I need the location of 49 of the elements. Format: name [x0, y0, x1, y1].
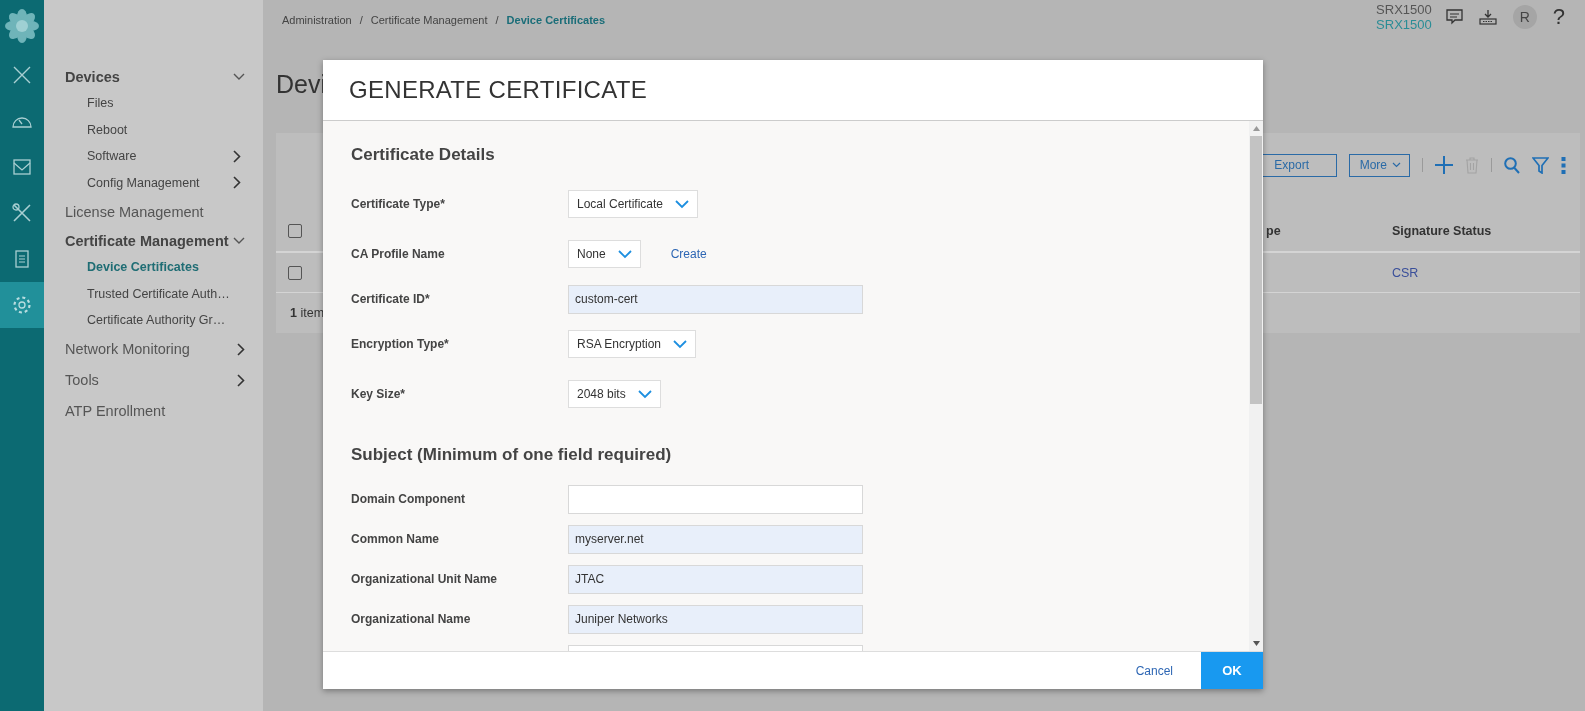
- user-avatar[interactable]: R: [1512, 5, 1537, 29]
- field-label: CA Profile Name: [351, 247, 445, 261]
- column-header[interactable]: pe: [1266, 224, 1392, 238]
- field-label: Organizational Unit Name: [351, 572, 498, 586]
- field-label: Domain Component: [351, 492, 465, 506]
- sidebar-item[interactable]: Certificate Management: [44, 227, 263, 254]
- field-label: Organizational Name: [351, 612, 471, 626]
- sidebar-subitem[interactable]: Device Certificates: [44, 254, 263, 281]
- input-field[interactable]: myserver.net: [568, 524, 863, 554]
- cancel-button[interactable]: Cancel: [1107, 652, 1201, 689]
- column-header[interactable]: Signature Status: [1392, 224, 1580, 238]
- sidebar-subitem[interactable]: Config Management: [44, 169, 263, 196]
- sidebar-subitem[interactable]: Certificate Authority Gr…: [44, 307, 263, 334]
- input-field[interactable]: custom-cert: [568, 284, 863, 314]
- sidebar-item[interactable]: Network Monitoring: [44, 333, 263, 365]
- dropdown[interactable]: Local Certificate: [568, 190, 699, 218]
- sidebar-subitem[interactable]: Software: [44, 143, 263, 170]
- section-heading: Certificate Details: [351, 145, 496, 165]
- item-count: 1 item: [290, 306, 325, 320]
- create-link[interactable]: Create: [670, 247, 707, 261]
- dropdown[interactable]: None: [568, 240, 641, 268]
- breadcrumb-link[interactable]: Device Certificates: [506, 14, 606, 26]
- field-label: Certificate ID*: [351, 292, 430, 306]
- help-button[interactable]: ?: [1552, 4, 1565, 30]
- field-label: Encryption Type*: [351, 337, 449, 351]
- ok-button[interactable]: OK: [1201, 652, 1263, 689]
- sidebar-item[interactable]: ATP Enrollment: [44, 395, 263, 427]
- dropdown[interactable]: 2048 bits: [568, 380, 661, 408]
- sidebar-subitem[interactable]: Files: [44, 90, 263, 117]
- breadcrumb-separator: /: [359, 14, 363, 26]
- section-heading: Subject (Minimum of one field required): [351, 445, 673, 465]
- sidebar-item[interactable]: Devices: [44, 63, 263, 90]
- table-cell[interactable]: CSR: [1392, 265, 1580, 280]
- breadcrumb-link[interactable]: Administration: [282, 14, 352, 26]
- dropdown[interactable]: RSA Encryption: [568, 330, 697, 358]
- breadcrumb-link[interactable]: Certificate Management: [370, 14, 488, 26]
- sidebar-subitem[interactable]: Trusted Certificate Auth…: [44, 280, 263, 307]
- sidebar-item[interactable]: Tools: [44, 364, 263, 396]
- field-label: Certificate Type*: [351, 197, 445, 211]
- device-name: SRX1500: [1376, 2, 1432, 17]
- breadcrumb-separator: /: [495, 14, 499, 26]
- sidebar-subitem[interactable]: Reboot: [44, 116, 263, 143]
- field-label: Common Name: [351, 532, 439, 546]
- field-label: Key Size*: [351, 387, 406, 401]
- input-field[interactable]: JTAC: [568, 564, 863, 594]
- more-button[interactable]: More: [1348, 153, 1410, 177]
- sidebar-item[interactable]: License Management: [44, 196, 263, 227]
- dialog-title: GENERATE CERTIFICATE: [349, 76, 648, 104]
- input-field[interactable]: Juniper Networks: [568, 604, 863, 634]
